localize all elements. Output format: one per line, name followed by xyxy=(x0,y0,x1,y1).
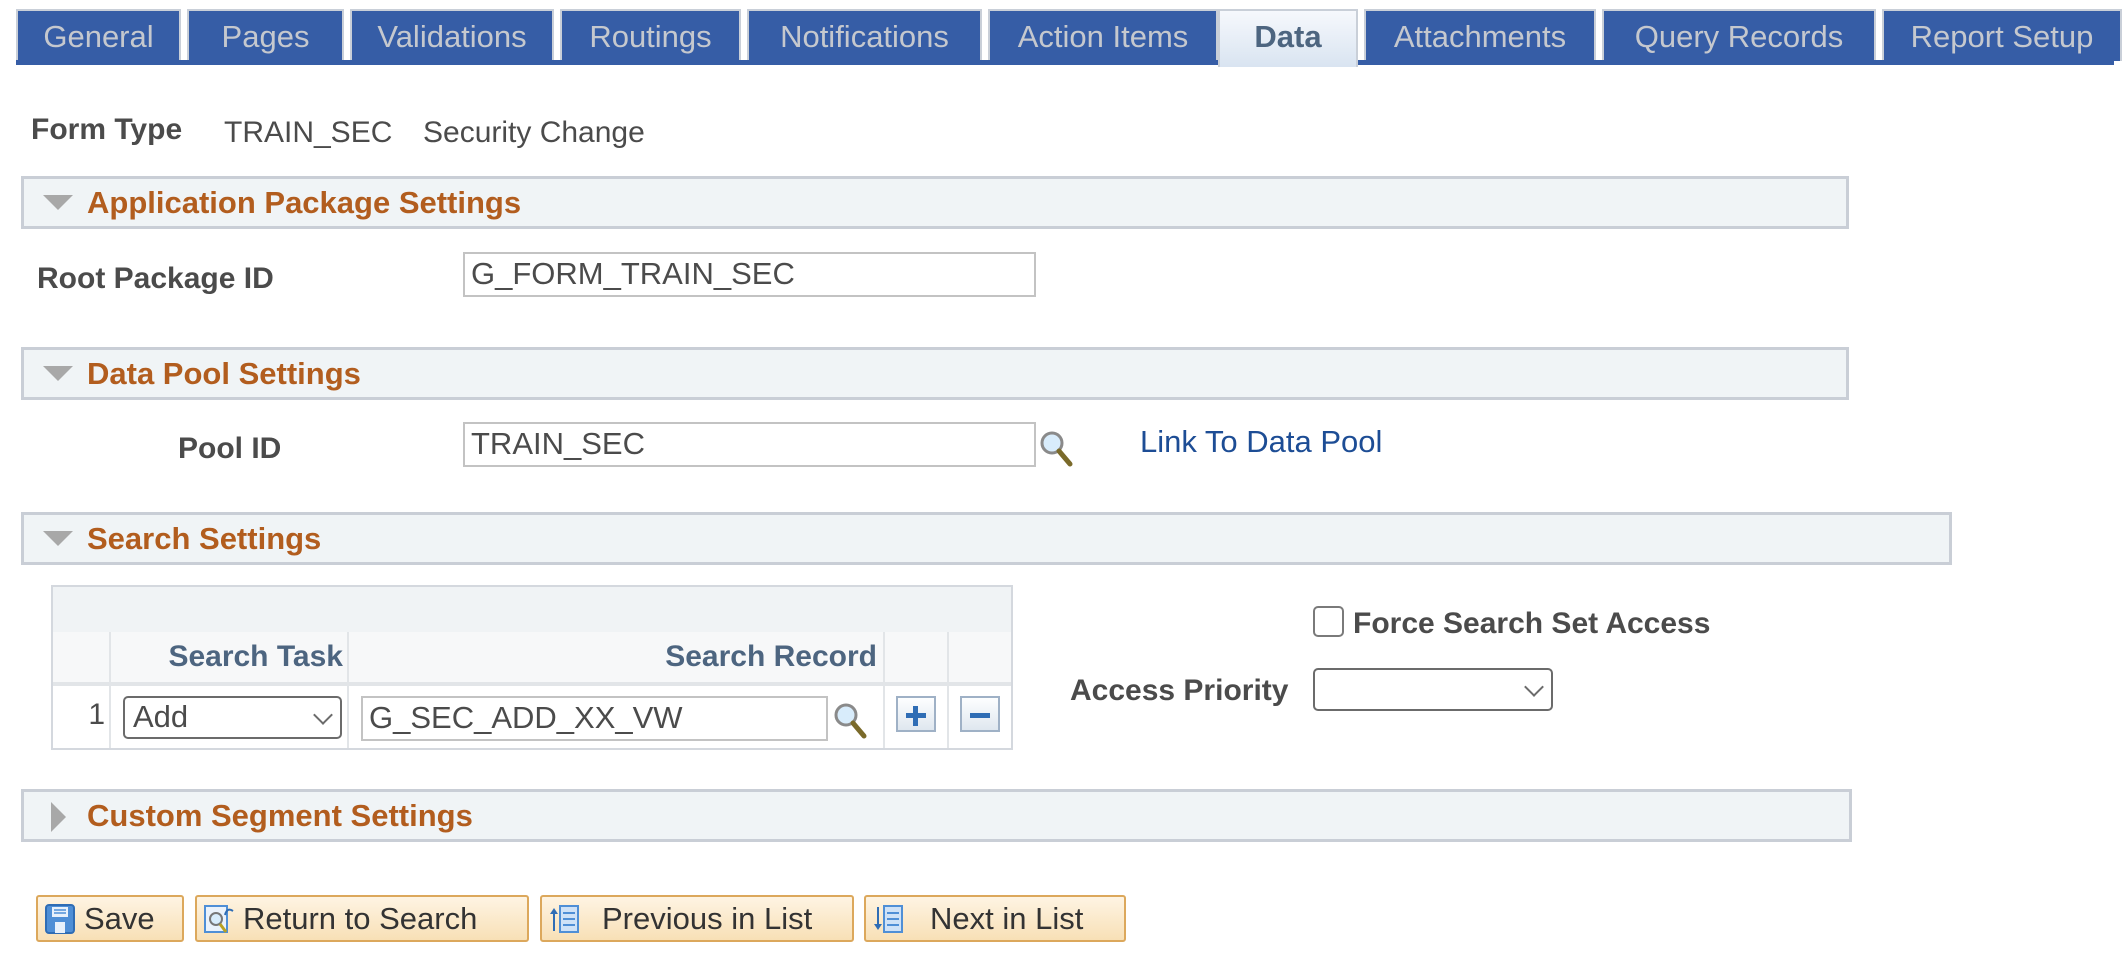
save-disk-icon xyxy=(45,904,75,934)
add-row-cell xyxy=(885,686,949,748)
search-task-cell: Add xyxy=(111,686,349,748)
tab-validations[interactable]: Validations xyxy=(350,9,554,61)
root-package-input[interactable]: G_FORM_TRAIN_SEC xyxy=(463,252,1036,297)
lookup-magnifier-icon[interactable] xyxy=(1038,428,1074,468)
form-type-description: Security Change xyxy=(423,116,645,149)
previous-in-list-button[interactable]: Previous in List xyxy=(540,895,854,942)
section-title: Data Pool Settings xyxy=(87,356,361,391)
next-in-list-icon xyxy=(874,905,903,933)
collapse-triangle-icon[interactable] xyxy=(43,366,73,381)
minus-icon xyxy=(970,713,990,718)
lookup-magnifier-icon[interactable] xyxy=(832,700,868,740)
delete-row-cell xyxy=(949,686,1011,748)
tab-report-setup[interactable]: Report Setup xyxy=(1882,9,2122,61)
link-to-data-pool[interactable]: Link To Data Pool xyxy=(1140,424,1382,460)
tab-data[interactable]: Data xyxy=(1218,9,1358,67)
section-title: Custom Segment Settings xyxy=(87,798,473,833)
tab-underline xyxy=(16,60,2114,65)
grid-header-add xyxy=(885,632,949,682)
tab-general[interactable]: General xyxy=(16,9,181,61)
grid-header-search-task: Search Task xyxy=(111,632,349,682)
access-priority-label: Access Priority xyxy=(1070,674,1289,707)
save-button[interactable]: Save xyxy=(36,895,184,942)
grid-header-search-record: Search Record xyxy=(349,632,885,682)
return-to-search-label: Return to Search xyxy=(243,901,478,936)
save-label: Save xyxy=(84,901,155,936)
chevron-down-icon xyxy=(1524,677,1544,697)
tab-routings[interactable]: Routings xyxy=(560,9,741,61)
table-row: 1 xyxy=(53,686,111,748)
tab-attachments[interactable]: Attachments xyxy=(1364,9,1596,61)
search-task-select[interactable]: Add xyxy=(123,696,342,739)
section-header-data-pool[interactable]: Data Pool Settings xyxy=(21,347,1849,400)
section-title: Application Package Settings xyxy=(87,185,522,220)
next-in-list-label: Next in List xyxy=(930,901,1084,936)
section-header-search[interactable]: Search Settings xyxy=(21,512,1952,565)
search-task-value: Add xyxy=(133,699,189,734)
tab-notifications[interactable]: Notifications xyxy=(747,9,982,61)
chevron-down-icon xyxy=(313,705,333,725)
previous-in-list-icon xyxy=(550,905,579,933)
return-to-search-icon xyxy=(204,905,234,933)
force-search-set-access-checkbox[interactable] xyxy=(1313,606,1344,637)
root-package-label: Root Package ID xyxy=(37,262,274,295)
form-type-code: TRAIN_SEC xyxy=(224,116,393,149)
collapse-triangle-icon[interactable] xyxy=(43,531,73,546)
force-search-set-access-label[interactable]: Force Search Set Access xyxy=(1353,607,1710,641)
previous-in-list-label: Previous in List xyxy=(602,901,813,936)
grid-header-rownum xyxy=(53,632,111,682)
form-type-label: Form Type xyxy=(31,113,183,146)
grid-navigation-bar xyxy=(53,587,1011,634)
access-priority-select[interactable] xyxy=(1313,668,1553,711)
tab-query-records[interactable]: Query Records xyxy=(1602,9,1876,61)
grid-header-delete xyxy=(949,632,1011,682)
plus-icon-vertical xyxy=(913,706,918,726)
tab-action-items[interactable]: Action Items xyxy=(988,9,1218,61)
row-number: 1 xyxy=(88,698,105,731)
collapse-triangle-icon[interactable] xyxy=(43,195,73,210)
search-grid: Search Task Search Record 1 Add G_SEC_AD… xyxy=(51,585,1013,750)
expand-triangle-icon[interactable] xyxy=(51,802,66,832)
add-row-button[interactable] xyxy=(896,696,936,732)
section-header-custom-segment[interactable]: Custom Segment Settings xyxy=(21,789,1852,842)
return-to-search-button[interactable]: Return to Search xyxy=(195,895,529,942)
section-title: Search Settings xyxy=(87,521,322,556)
tab-bar: General Pages Validations Routings Notif… xyxy=(16,9,2122,67)
pool-id-label: Pool ID xyxy=(178,432,282,465)
pool-id-input[interactable]: TRAIN_SEC xyxy=(463,422,1036,467)
next-in-list-button[interactable]: Next in List xyxy=(864,895,1126,942)
delete-row-button[interactable] xyxy=(960,696,1000,732)
search-record-cell: G_SEC_ADD_XX_VW xyxy=(349,686,885,748)
section-header-app-package[interactable]: Application Package Settings xyxy=(21,176,1849,229)
search-record-input[interactable]: G_SEC_ADD_XX_VW xyxy=(361,696,828,741)
tab-pages[interactable]: Pages xyxy=(187,9,344,61)
